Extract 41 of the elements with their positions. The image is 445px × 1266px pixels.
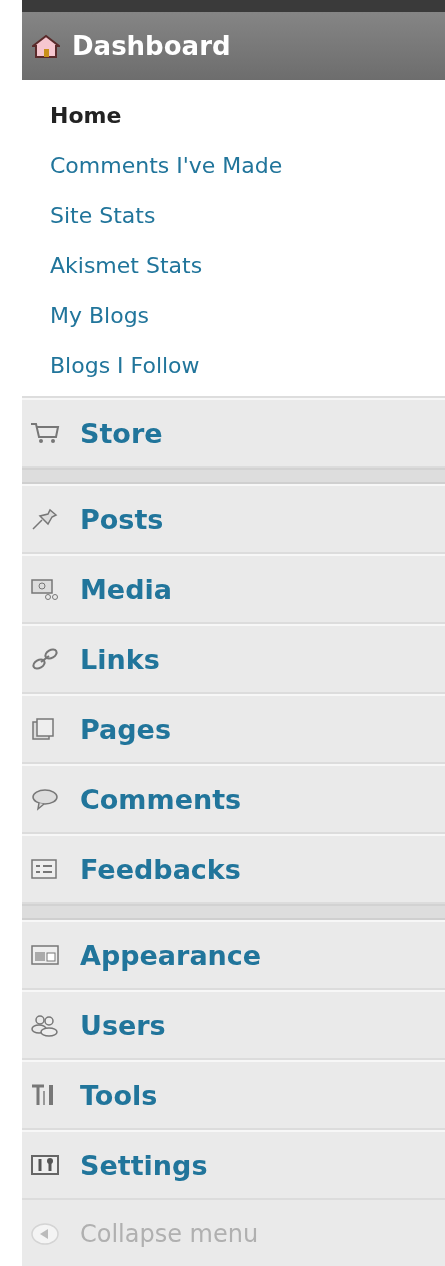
menu-label: Users: [80, 1009, 166, 1041]
submenu-link[interactable]: Comments I've Made: [50, 150, 283, 181]
submenu-link[interactable]: My Blogs: [50, 300, 150, 331]
sliders-icon: [30, 1153, 60, 1177]
menu-label: Feedbacks: [80, 853, 241, 885]
menu-item[interactable]: Users: [22, 990, 445, 1060]
menu-item[interactable]: Tools: [22, 1060, 445, 1130]
camera-icon: [30, 577, 60, 601]
menu-label: Posts: [80, 503, 164, 535]
submenu-link[interactable]: Blogs I Follow: [50, 350, 200, 381]
menu-item[interactable]: Pages: [22, 694, 445, 764]
window-icon: [30, 943, 60, 967]
speech-bubble-icon: [30, 787, 60, 811]
menu-item[interactable]: Links: [22, 624, 445, 694]
chain-link-icon: [30, 647, 60, 671]
menu-label: Links: [80, 643, 160, 675]
menu-item[interactable]: Appearance: [22, 920, 445, 990]
menu-item[interactable]: Feedbacks: [22, 834, 445, 904]
menu-item[interactable]: Comments: [22, 764, 445, 834]
menu-item[interactable]: Settings: [22, 1130, 445, 1200]
menu-label: Store: [80, 417, 163, 449]
menu-item[interactable]: Posts: [22, 484, 445, 554]
menu-item[interactable]: Store: [22, 398, 445, 468]
people-icon: [30, 1013, 60, 1037]
left-arrow-circle-icon: [30, 1222, 60, 1246]
menu-item[interactable]: Media: [22, 554, 445, 624]
house-icon: [32, 34, 60, 58]
menu-label: Tools: [80, 1079, 158, 1111]
menu-label: Comments: [80, 783, 242, 815]
submenu-link[interactable]: Site Stats: [50, 200, 156, 231]
dashboard-title: Dashboard: [72, 31, 231, 61]
menu-label: Settings: [80, 1149, 208, 1181]
dashboard-header[interactable]: Dashboard: [22, 12, 445, 80]
menu-label: Media: [80, 573, 172, 605]
menu-label: Appearance: [80, 939, 262, 971]
form-icon: [30, 857, 60, 881]
pushpin-icon: [30, 507, 60, 531]
submenu-link[interactable]: Akismet Stats: [50, 250, 203, 281]
menu-label: Pages: [80, 713, 171, 745]
submenu-link[interactable]: Home: [50, 100, 122, 131]
cart-icon: [30, 421, 60, 445]
